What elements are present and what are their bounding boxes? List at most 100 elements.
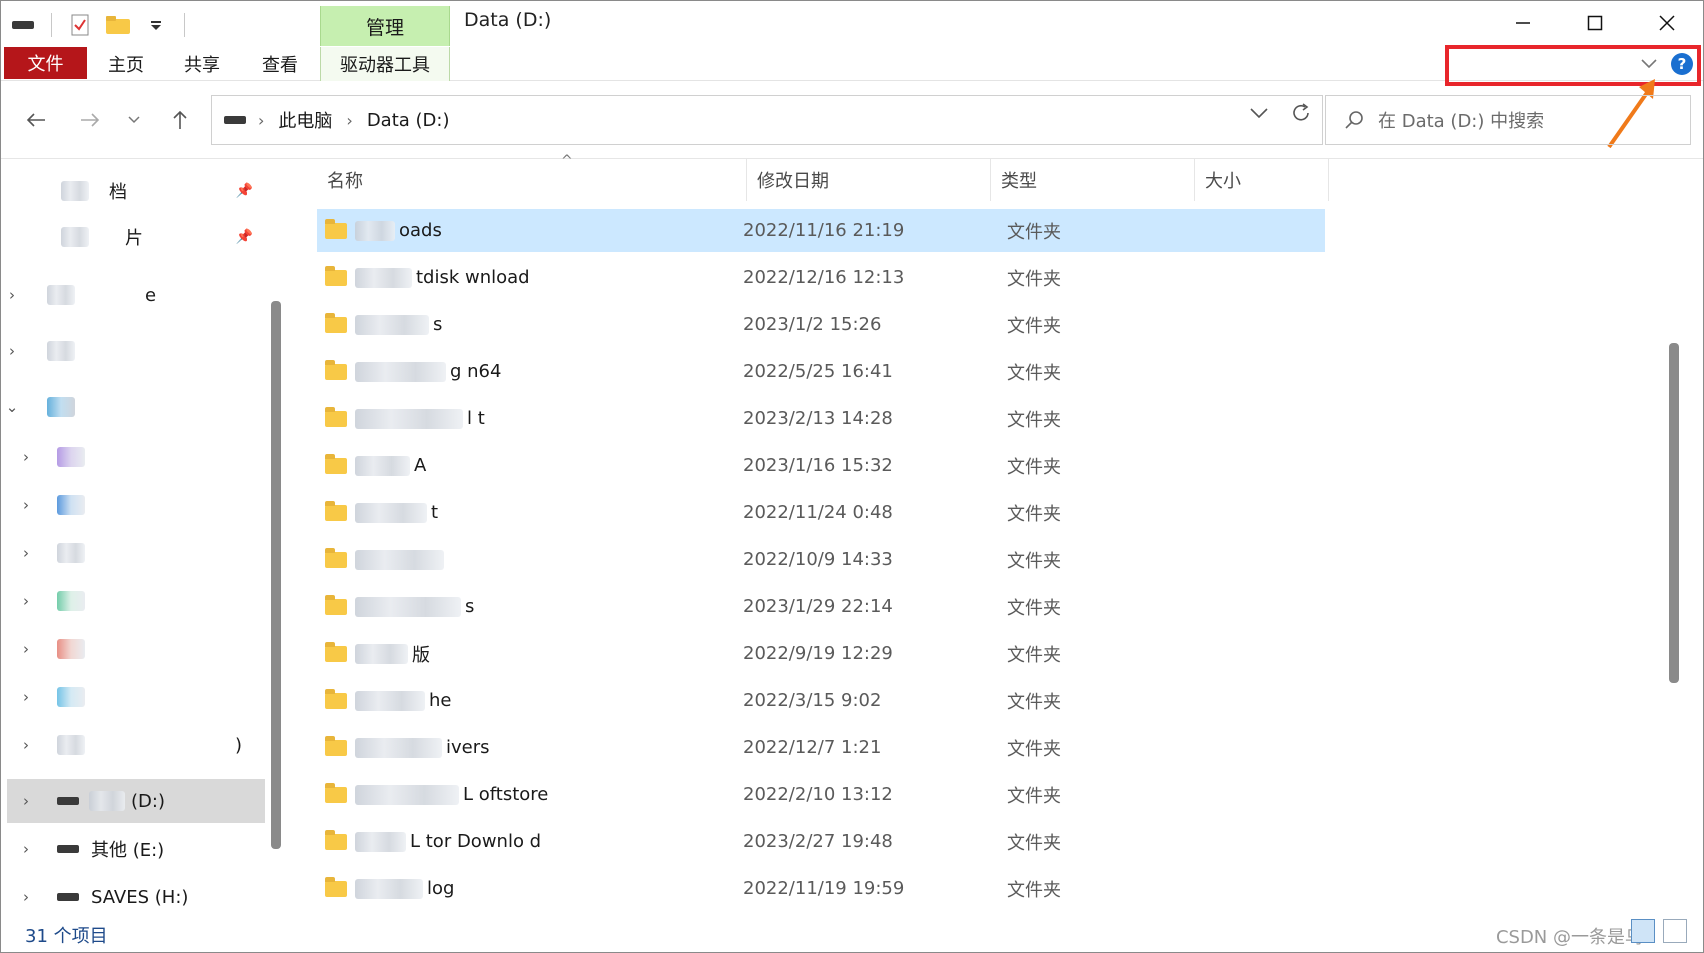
table-row[interactable]: s 2023/1/2 15:26 文件夹 [317, 303, 1325, 346]
table-row[interactable]: ivers 2022/12/7 1:21 文件夹 [317, 726, 1325, 769]
file-date-cell: 2023/2/27 19:48 [743, 831, 893, 852]
recent-locations-button[interactable] [117, 103, 151, 137]
tab-manage[interactable]: 管理 [320, 6, 450, 46]
folder-icon [325, 312, 347, 333]
column-header-date[interactable]: 修改日期 [747, 159, 991, 201]
tab-drive-tools[interactable]: 驱动器工具 [320, 47, 450, 81]
blurred-name [355, 878, 423, 899]
sidebar-item-desktop[interactable]: › [1, 675, 265, 719]
navigation-pane: 档 📌 片 📌 › e › ⌄ › › › › › › ›) › (D:) ›… [1, 159, 265, 915]
tab-share[interactable]: 共享 [171, 47, 233, 81]
column-name-label: 名称 [327, 171, 363, 192]
table-row[interactable]: 版 2022/9/19 12:29 文件夹 [317, 632, 1325, 675]
sidebar-item-this-pc[interactable]: ⌄ [1, 385, 265, 429]
search-placeholder: 在 Data (D:) 中搜索 [1378, 111, 1545, 132]
table-row[interactable]: 2022/10/9 14:33 文件夹 [317, 538, 1325, 581]
table-row[interactable]: L oftstore 2022/2/10 13:12 文件夹 [317, 773, 1325, 816]
new-folder-icon[interactable] [104, 11, 132, 39]
refresh-icon[interactable] [1290, 102, 1312, 124]
content-scrollbar[interactable] [1669, 343, 1679, 683]
breadcrumb-data-drive[interactable]: Data (D:) [367, 110, 450, 131]
address-bar[interactable]: › 此电脑 › Data (D:) [211, 95, 1323, 145]
expand-chevron-icon[interactable]: › [15, 688, 37, 706]
collapse-chevron-icon[interactable]: ⌄ [1, 398, 23, 416]
expand-chevron-icon[interactable]: › [15, 496, 37, 514]
drive-icon[interactable] [9, 11, 37, 39]
pin-icon[interactable]: 📌 [236, 229, 253, 245]
customize-toolbar-icon[interactable] [142, 11, 170, 39]
file-name-text: log [427, 878, 455, 899]
tab-home[interactable]: 主页 [95, 47, 157, 81]
table-row[interactable]: he 2022/3/15 9:02 文件夹 [317, 679, 1325, 722]
file-name-cell: 版 [325, 641, 430, 667]
column-header-name[interactable]: 名称 ^ [317, 153, 747, 201]
table-row[interactable]: A 2023/1/16 15:32 文件夹 [317, 444, 1325, 487]
tab-file[interactable]: 文件 [4, 47, 87, 79]
expand-chevron-icon[interactable]: › [15, 640, 37, 658]
file-name-cell: g n64 [325, 359, 502, 382]
column-header-type[interactable]: 类型 [991, 159, 1195, 201]
sidebar-scrollbar[interactable] [271, 301, 281, 849]
file-date-cell: 2023/1/29 22:14 [743, 596, 893, 617]
search-icon [1345, 111, 1363, 129]
details-view-icon[interactable] [1631, 919, 1655, 943]
sidebar-item-onedrive[interactable]: › e [1, 273, 265, 317]
table-row[interactable]: l t 2023/2/13 14:28 文件夹 [317, 397, 1325, 440]
file-name-text: g n64 [450, 361, 502, 382]
file-name-text: tdisk wnload [416, 267, 530, 288]
sidebar-item-documents[interactable]: 档 📌 [1, 169, 265, 213]
sidebar-item-3d-objects[interactable]: › [1, 435, 265, 479]
file-name-text: oads [399, 220, 442, 241]
expand-chevron-icon[interactable]: › [1, 286, 23, 304]
minimize-button[interactable] [1487, 1, 1559, 45]
sidebar-item-videos[interactable]: › [1, 483, 265, 527]
sidebar-item-pictures[interactable]: 片 📌 [1, 215, 265, 259]
table-row[interactable]: L tor Downlo d 2023/2/27 19:48 文件夹 [317, 820, 1325, 863]
address-history-chevron-icon[interactable] [1250, 107, 1268, 119]
blurred-name [355, 643, 408, 664]
maximize-button[interactable] [1559, 1, 1631, 45]
breadcrumb-this-pc[interactable]: 此电脑 [278, 107, 332, 133]
close-button[interactable] [1631, 1, 1703, 45]
minimize-icon [1516, 22, 1530, 24]
back-button[interactable] [19, 103, 53, 137]
file-type-cell: 文件夹 [1007, 644, 1061, 666]
expand-chevron-icon[interactable]: › [15, 792, 37, 810]
sidebar-item-other-drive[interactable]: › 其他 (E:) [1, 827, 265, 871]
forward-button[interactable] [73, 103, 107, 137]
sidebar-item-windows-drive[interactable]: › ) [1, 723, 265, 767]
column-header-size[interactable]: 大小 [1195, 159, 1329, 201]
blurred-name [355, 314, 429, 335]
table-row[interactable]: tdisk wnload 2022/12/16 12:13 文件夹 [317, 256, 1325, 299]
table-row[interactable]: s 2023/1/29 22:14 文件夹 [317, 585, 1325, 628]
expand-chevron-icon[interactable]: › [15, 736, 37, 754]
sidebar-item-downloads[interactable]: › [1, 579, 265, 623]
expand-chevron-icon[interactable]: › [15, 592, 37, 610]
expand-chevron-icon[interactable]: › [15, 544, 37, 562]
close-icon [1659, 15, 1675, 31]
file-type-cell: 文件夹 [1007, 550, 1061, 572]
expand-chevron-icon[interactable]: › [15, 840, 37, 858]
table-row[interactable]: g n64 2022/5/25 16:41 文件夹 [317, 350, 1325, 393]
sidebar-item-pictures-pc[interactable]: › [1, 531, 265, 575]
expand-chevron-icon[interactable]: › [15, 448, 37, 466]
file-date-cell: 2022/9/19 12:29 [743, 643, 893, 664]
table-row[interactable]: oads 2022/11/16 21:19 文件夹 [317, 209, 1325, 252]
search-box[interactable]: 在 Data (D:) 中搜索 [1325, 95, 1691, 145]
blurred-name [355, 596, 461, 617]
pin-icon[interactable]: 📌 [236, 183, 253, 199]
large-icons-view-icon[interactable] [1663, 919, 1687, 943]
file-name-text: ivers [446, 737, 490, 758]
sidebar-item-data-drive[interactable]: › (D:) [7, 779, 265, 823]
expand-chevron-icon[interactable]: › [1, 342, 23, 360]
tab-view[interactable]: 查看 [249, 47, 311, 81]
sidebar-item-saves-drive[interactable]: › SAVES (H:) [1, 875, 265, 919]
properties-icon[interactable] [66, 11, 94, 39]
table-row[interactable]: t 2022/11/24 0:48 文件夹 [317, 491, 1325, 534]
sidebar-item-music[interactable]: › [1, 627, 265, 671]
up-button[interactable] [163, 103, 197, 137]
expand-chevron-icon[interactable]: › [15, 888, 37, 906]
table-row[interactable]: log 2022/11/19 19:59 文件夹 [317, 867, 1325, 910]
file-list: 名称 ^ 修改日期 类型 大小 oads 2022/11/16 21:19 文件夹 t… [293, 153, 1685, 915]
sidebar-item-user[interactable]: › [1, 329, 265, 373]
